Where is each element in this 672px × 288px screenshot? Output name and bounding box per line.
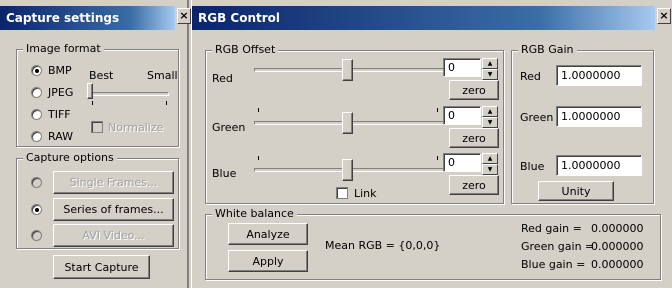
offset-green-tick-min [258, 108, 259, 112]
offset-green-spinner[interactable]: ▲ ▼ [482, 106, 498, 128]
gain-blue-label: Blue [520, 160, 545, 173]
capture-close-icon[interactable]: × [177, 8, 191, 24]
mean-rgb-text: Mean RGB = {0,0,0} [325, 239, 441, 252]
green-gain-label: Green gain = [521, 240, 595, 253]
avi-video-button[interactable]: AVI Video... [53, 224, 174, 247]
link-checkbox[interactable] [336, 187, 348, 199]
tiff-radio[interactable] [31, 109, 42, 120]
gain-blue-input[interactable]: 1.0000000 [556, 155, 642, 176]
capture-settings-titlebar: Capture settings [0, 6, 175, 30]
offset-blue-label: Blue [212, 167, 237, 180]
gain-green-input[interactable]: 1.0000000 [556, 106, 642, 127]
gain-red-label: Red [520, 70, 541, 83]
offset-red-spinner[interactable]: ▲ ▼ [482, 58, 498, 80]
image-format-label: Image format [23, 42, 104, 55]
spin-up-icon[interactable]: ▲ [482, 106, 498, 117]
gain-green-label: Green [520, 111, 554, 124]
link-label[interactable]: Link [354, 187, 377, 200]
bmp-radio[interactable] [31, 65, 42, 76]
blue-gain-label: Blue gain = [521, 258, 586, 271]
bmp-label[interactable]: BMP [48, 64, 72, 77]
quality-tick-min [92, 101, 93, 105]
offset-red-input[interactable]: 0 [443, 58, 481, 77]
spin-down-icon[interactable]: ▼ [482, 117, 498, 128]
normalize-checkbox[interactable] [91, 121, 103, 133]
red-gain-value: 0.000000 [591, 222, 644, 235]
offset-red-thumb[interactable] [342, 59, 353, 81]
rgb-control-titlebar: RGB Control [192, 6, 655, 30]
quality-tick-max [166, 101, 167, 105]
green-gain-value: 0.000000 [591, 240, 644, 253]
blue-gain-value: 0.000000 [591, 258, 644, 271]
single-frames-button[interactable]: Single Frames... [53, 171, 174, 194]
rgb-gain-label: RGB Gain [518, 43, 577, 56]
white-balance-group: White balance Analyze Apply Mean RGB = {… [205, 207, 661, 280]
quality-best-label: Best [89, 69, 114, 82]
offset-blue-input[interactable]: 0 [443, 153, 481, 172]
rgb-offset-group: RGB Offset Red 0 ▲ ▼ zero Green 0 ▲ ▼ ze… [205, 43, 504, 204]
gain-red-input[interactable]: 1.0000000 [556, 65, 642, 86]
white-balance-label: White balance [212, 207, 297, 220]
capture-settings-panel: Capture settings × Image format BMP JPEG… [0, 0, 191, 288]
offset-green-label: Green [212, 121, 246, 134]
jpeg-label[interactable]: JPEG [48, 86, 73, 99]
offset-blue-tick-min [258, 156, 259, 160]
quality-slider-track[interactable] [89, 92, 169, 96]
offset-blue-tick-max [437, 156, 438, 160]
start-capture-button[interactable]: Start Capture [53, 255, 150, 279]
series-frames-radio[interactable] [31, 204, 42, 215]
rgb-control-panel: RGB Control × RGB Offset Red 0 ▲ ▼ zero … [191, 0, 672, 288]
offset-blue-spinner[interactable]: ▲ ▼ [482, 153, 498, 175]
offset-green-thumb[interactable] [342, 112, 353, 134]
apply-button[interactable]: Apply [228, 250, 308, 272]
avi-video-radio[interactable] [31, 230, 42, 241]
tiff-label[interactable]: TIFF [48, 108, 71, 121]
capture-options-label: Capture options [23, 151, 117, 164]
capture-options-group: Capture options Single Frames... Series … [16, 151, 179, 249]
offset-green-tick-max [437, 108, 438, 112]
rgb-control-title: RGB Control [198, 11, 281, 25]
raw-label[interactable]: RAW [48, 130, 73, 143]
analyze-button[interactable]: Analyze [228, 223, 308, 245]
image-format-group: Image format BMP JPEG TIFF RAW Best Smal… [16, 42, 179, 147]
single-frames-radio[interactable] [31, 177, 42, 188]
spin-down-icon[interactable]: ▼ [482, 69, 498, 80]
offset-red-label: Red [212, 72, 233, 85]
rgb-gain-group: RGB Gain Red 1.0000000 Green 1.0000000 B… [511, 43, 654, 204]
spin-down-icon[interactable]: ▼ [482, 164, 498, 175]
normalize-label[interactable]: Normalize [108, 121, 163, 134]
offset-green-zero-button[interactable]: zero [449, 128, 499, 148]
spin-up-icon[interactable]: ▲ [482, 58, 498, 69]
quality-small-label: Small [147, 69, 178, 82]
raw-radio[interactable] [31, 131, 42, 142]
quality-slider-thumb[interactable] [87, 83, 93, 99]
rgb-offset-label: RGB Offset [212, 43, 279, 56]
rgb-close-icon[interactable]: × [657, 8, 671, 24]
spin-up-icon[interactable]: ▲ [482, 153, 498, 164]
offset-blue-zero-button[interactable]: zero [449, 175, 499, 195]
jpeg-radio[interactable] [31, 87, 42, 98]
series-frames-button[interactable]: Series of frames... [53, 198, 174, 221]
unity-button[interactable]: Unity [538, 181, 614, 201]
capture-settings-title: Capture settings [6, 11, 120, 25]
offset-red-zero-button[interactable]: zero [449, 80, 499, 100]
red-gain-label: Red gain = [521, 222, 582, 235]
offset-blue-thumb[interactable] [342, 159, 353, 181]
offset-green-input[interactable]: 0 [443, 106, 481, 125]
